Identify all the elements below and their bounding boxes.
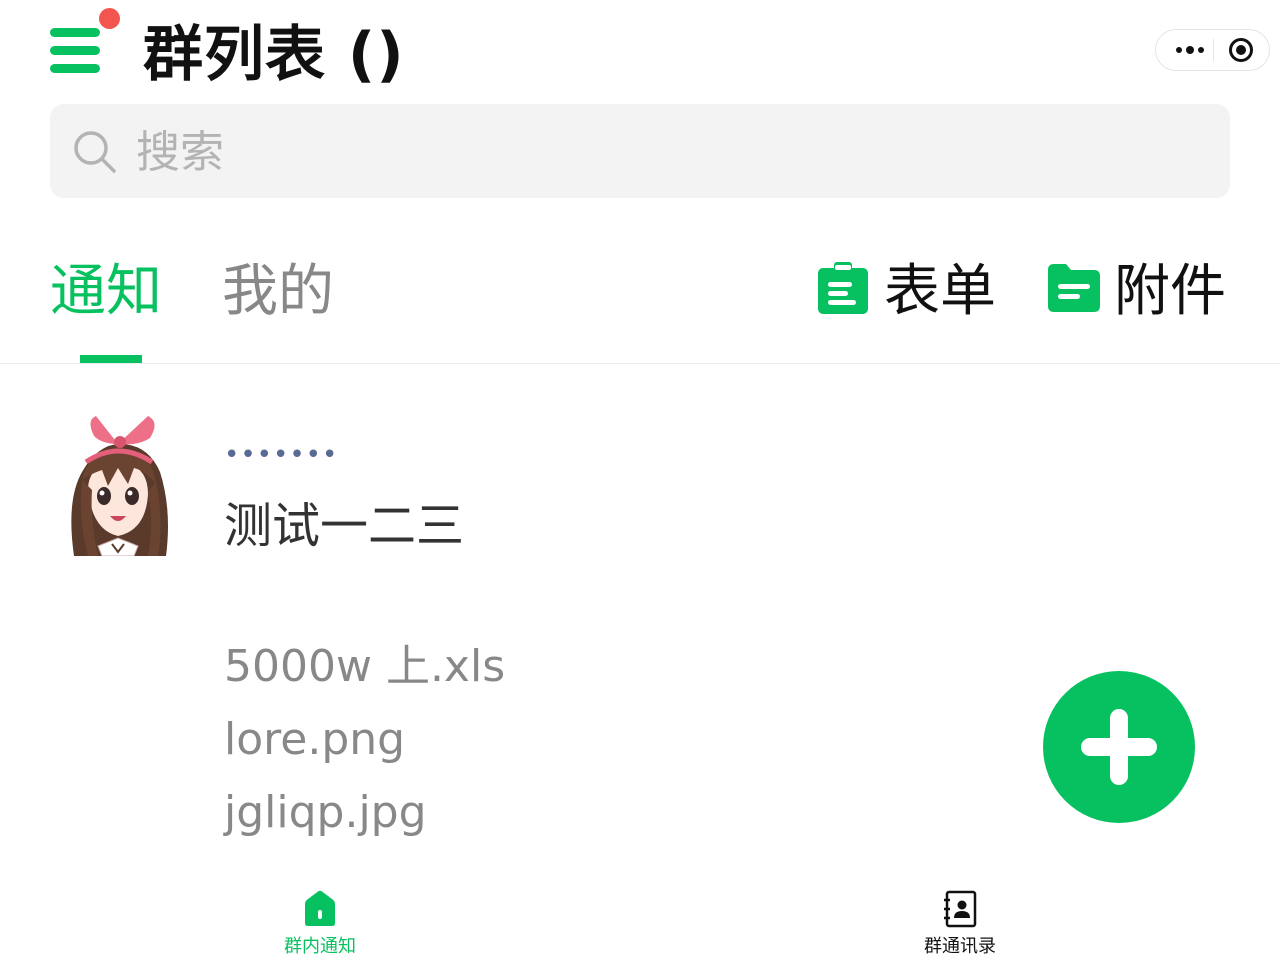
tabbar-label: 群内通知 — [284, 936, 356, 957]
menu-icon-bar — [50, 46, 100, 55]
attachment-link[interactable]: jgliqp.jpg — [224, 776, 505, 849]
contacts-book-icon — [944, 890, 977, 928]
search-icon — [74, 131, 116, 173]
plus-icon — [1110, 709, 1128, 785]
add-notice-button[interactable] — [1043, 671, 1195, 823]
tabbar-item-contacts[interactable]: 群通讯录 — [880, 890, 1040, 960]
tab-notice[interactable]: 通知 — [50, 252, 162, 332]
page-title: 群列表 () — [143, 20, 405, 90]
notification-dot — [99, 8, 120, 29]
active-tab-indicator — [80, 355, 142, 363]
more-dots-icon[interactable] — [1168, 30, 1212, 70]
attachment-link[interactable]: lore.png — [224, 703, 505, 776]
folder-icon — [1048, 264, 1100, 312]
tab-mine[interactable]: 我的 — [222, 252, 334, 332]
target-icon[interactable] — [1229, 38, 1253, 62]
menu-button[interactable] — [50, 8, 120, 82]
tabbar-label: 群通讯录 — [924, 936, 996, 957]
notice-author: ••••••• — [224, 440, 339, 470]
attachment-link[interactable]: 5000w 上.xls — [224, 630, 505, 703]
form-label: 表单 — [884, 259, 996, 324]
home-icon — [305, 890, 335, 926]
menu-icon-bar — [50, 28, 100, 37]
search-bar[interactable] — [50, 104, 1230, 198]
menu-icon-bar — [50, 64, 100, 73]
tab-divider — [0, 363, 1280, 364]
search-input[interactable] — [134, 118, 1198, 186]
tabbar-item-notice[interactable]: 群内通知 — [240, 890, 400, 960]
attachment-label: 附件 — [1114, 259, 1226, 324]
notice-content[interactable]: 测试一二三 — [224, 488, 464, 564]
clipboard-icon — [818, 262, 868, 314]
avatar[interactable] — [68, 410, 168, 556]
attachment-list: 5000w 上.xls lore.png jgliqp.jpg — [224, 630, 505, 849]
capsule-divider — [1213, 39, 1214, 61]
mini-program-capsule — [1155, 29, 1270, 71]
